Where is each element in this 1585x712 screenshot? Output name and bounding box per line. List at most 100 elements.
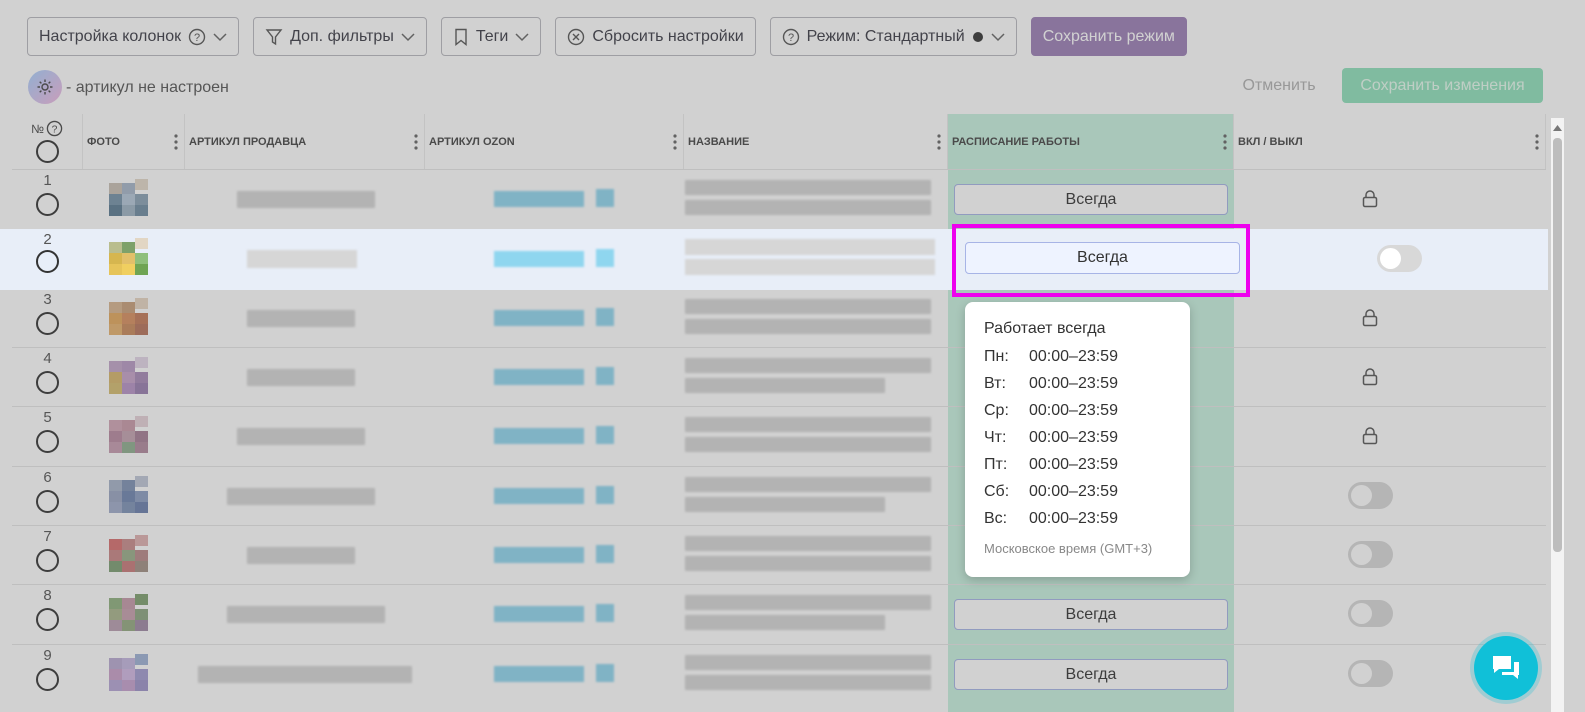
svg-text:?: ? [52, 124, 58, 135]
mode-select[interactable]: ? Режим: Стандартный [769, 17, 1017, 56]
row-number: 6 [43, 469, 52, 486]
copy-icon[interactable] [596, 664, 614, 682]
copy-icon[interactable] [596, 545, 614, 563]
product-photo [109, 238, 149, 276]
lock-icon [1362, 427, 1378, 450]
schedule-day-row: Пт: 00:00–23:59 [984, 451, 1171, 478]
row-number-cell: 6 [12, 467, 83, 525]
filter-icon [265, 28, 283, 46]
enable-toggle[interactable] [1348, 600, 1393, 627]
column-menu-icon[interactable] [1223, 134, 1227, 153]
chevron-down-icon [515, 32, 529, 42]
article-settings-button[interactable] [28, 70, 62, 104]
ozon-sku-value[interactable] [494, 666, 584, 682]
day-label: Пт: [984, 456, 1008, 473]
enable-toggle[interactable] [1348, 482, 1393, 509]
copy-icon[interactable] [596, 604, 614, 622]
enable-toggle[interactable] [1377, 245, 1422, 272]
schedule-button[interactable]: Всегда [954, 599, 1228, 630]
ozon-sku-value[interactable] [494, 488, 584, 504]
day-hours: 00:00–23:59 [1029, 483, 1118, 500]
column-menu-icon[interactable] [1535, 134, 1539, 153]
row-select-radio[interactable] [36, 193, 59, 216]
schedule-button[interactable]: Всегда [954, 184, 1228, 215]
row-number: 5 [43, 409, 52, 426]
product-name-line [685, 497, 885, 512]
table-row: 6 [12, 466, 1546, 525]
reset-settings-button[interactable]: Сбросить настройки [555, 17, 756, 56]
chat-button[interactable] [1474, 636, 1538, 700]
ozon-sku-value[interactable] [494, 251, 584, 267]
copy-icon[interactable] [596, 308, 614, 326]
cancel-button[interactable]: Отменить [1227, 68, 1331, 103]
highlighted-row: 2 Всегда [0, 229, 1548, 290]
copy-icon[interactable] [596, 189, 614, 207]
table-row: 4 [12, 347, 1546, 406]
save-mode-label: Сохранить режим [1042, 27, 1175, 45]
tags-label: Теги [475, 27, 509, 45]
copy-icon[interactable] [596, 426, 614, 444]
chevron-down-icon [991, 32, 1005, 42]
select-all-radio[interactable] [35, 140, 59, 163]
product-name-line [685, 675, 931, 690]
day-label: Вт: [984, 375, 1006, 392]
schedule-day-row: Чт: 00:00–23:59 [984, 424, 1171, 451]
tags-button[interactable]: Теги [440, 17, 542, 56]
table-row: 7 [12, 525, 1546, 584]
svg-text:?: ? [194, 32, 200, 44]
row-select-radio[interactable] [36, 668, 59, 691]
lock-icon [1362, 309, 1378, 332]
column-menu-icon[interactable] [673, 134, 677, 153]
enable-toggle[interactable] [1348, 660, 1393, 687]
row-select-radio[interactable] [36, 371, 59, 394]
schedule-tooltip: Работает всегда Пн: 00:00–23:59 Вт: 00:00–2… [965, 302, 1190, 577]
enable-toggle[interactable] [1348, 541, 1393, 568]
mode-label: Режим: Стандартный [806, 27, 965, 45]
ozon-sku-value[interactable] [494, 369, 584, 385]
ozon-sku-value[interactable] [494, 547, 584, 563]
scrollbar-thumb[interactable] [1553, 138, 1562, 552]
product-name-line [685, 556, 931, 571]
product-photo [109, 416, 149, 454]
ozon-sku-value[interactable] [494, 310, 584, 326]
columns-settings-button[interactable]: Настройка колонок ? [27, 17, 240, 56]
save-changes-button[interactable]: Сохранить изменения [1342, 68, 1543, 103]
row-number: 7 [43, 528, 52, 545]
row-select-radio[interactable] [36, 430, 59, 453]
day-hours: 00:00–23:59 [1029, 510, 1118, 527]
product-name-line [685, 615, 885, 630]
row-number-cell: 4 [12, 348, 83, 406]
ozon-sku-value[interactable] [494, 428, 584, 444]
column-menu-icon[interactable] [414, 134, 418, 153]
product-name-line [685, 319, 931, 334]
seller-sku-value [247, 310, 355, 327]
ozon-sku-value[interactable] [494, 191, 584, 207]
ozon-sku-value[interactable] [494, 606, 584, 622]
product-name-line [685, 180, 931, 195]
product-photo [109, 476, 149, 514]
copy-icon[interactable] [596, 367, 614, 385]
product-name-line [685, 299, 931, 314]
row-select-radio[interactable] [36, 549, 59, 572]
column-menu-icon[interactable] [937, 134, 941, 153]
row-select-radio[interactable] [36, 490, 59, 513]
scroll-up-icon[interactable] [1552, 119, 1563, 137]
product-photo [109, 535, 149, 573]
row-select-radio[interactable] [36, 608, 59, 631]
schedule-day-row: Пн: 00:00–23:59 [984, 343, 1171, 370]
schedule-button[interactable]: Всегда [954, 659, 1228, 690]
extra-filters-button[interactable]: Доп. фильтры [253, 17, 427, 56]
column-header-name: НАЗВАНИЕ [684, 114, 948, 169]
row-select-radio[interactable] [36, 250, 59, 273]
save-mode-button[interactable]: Сохранить режим [1030, 17, 1187, 56]
column-header-seller-sku: АРТИКУЛ ПРОДАВЦА [185, 114, 425, 169]
ozon-sku-header-label: АРТИКУЛ OZON [429, 135, 515, 148]
row-number: 8 [43, 587, 52, 604]
schedule-tooltip-title: Работает всегда [984, 320, 1106, 337]
row-select-radio[interactable] [36, 312, 59, 335]
row-number: 1 [43, 172, 52, 189]
copy-icon[interactable] [596, 486, 614, 504]
column-menu-icon[interactable] [174, 134, 178, 153]
copy-icon[interactable] [596, 249, 614, 267]
highlight-frame [952, 224, 1250, 297]
